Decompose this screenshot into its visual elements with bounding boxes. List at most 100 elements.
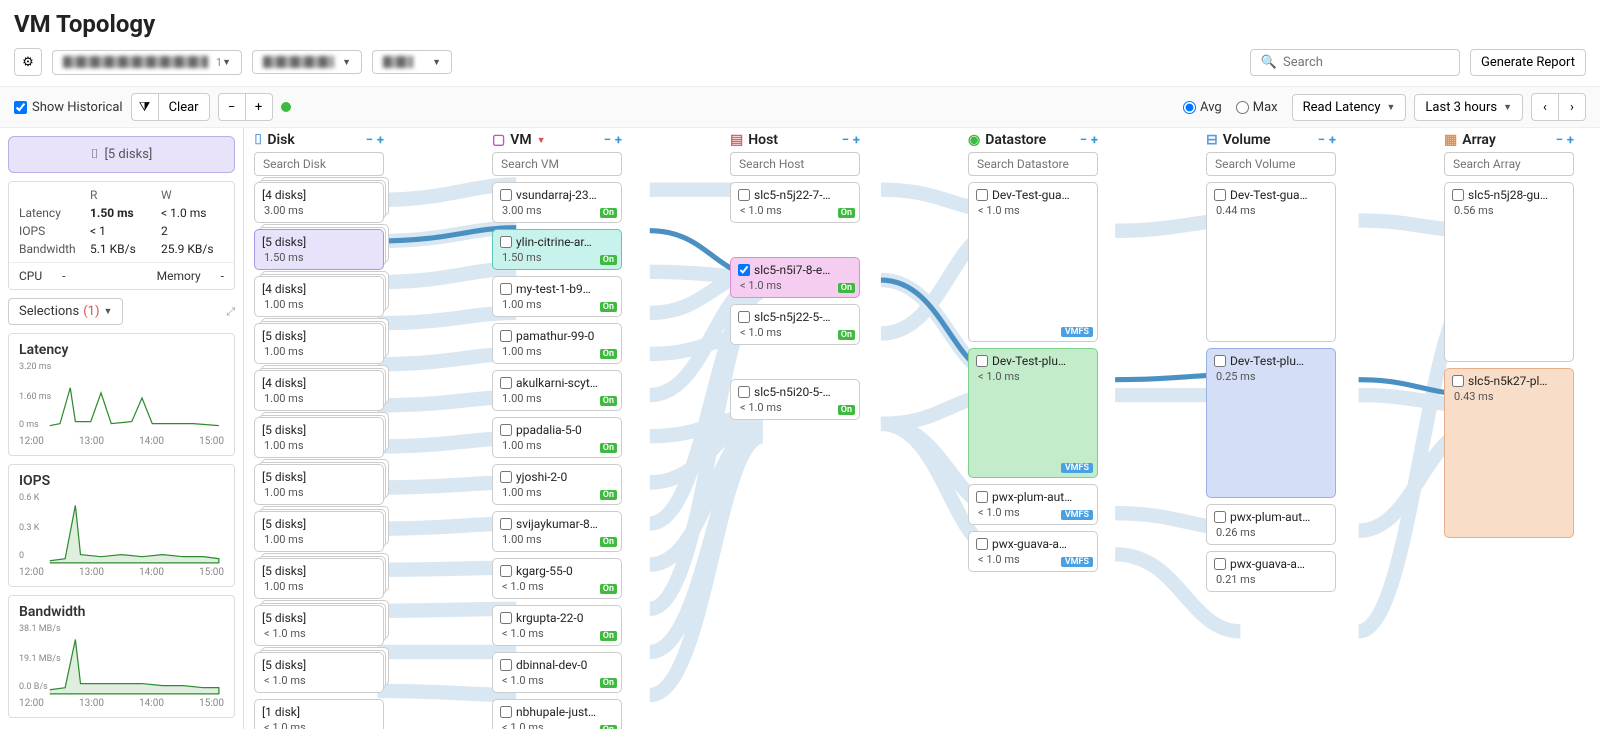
array-node-checkbox[interactable]	[1452, 375, 1464, 387]
expand-icon[interactable]: +	[1329, 133, 1336, 148]
host-node[interactable]: slc5-n5j22-5-…< 1.0 msOn	[730, 304, 860, 345]
host-node-checkbox[interactable]	[738, 311, 750, 323]
collapse-icon[interactable]: −	[604, 133, 611, 148]
volume-node[interactable]: pwx-guava-a…0.21 ms	[1206, 551, 1336, 592]
volume-node-checkbox[interactable]	[1214, 511, 1226, 523]
vm-node[interactable]: yjoshi-2-01.00 msOn	[492, 464, 622, 505]
host-search-input[interactable]	[730, 152, 860, 176]
show-historical-checkbox[interactable]	[14, 101, 27, 114]
vm-node[interactable]: svijaykumar-8…1.00 msOn	[492, 511, 622, 552]
vm-node[interactable]: krgupta-22-0< 1.0 msOn	[492, 605, 622, 646]
expand-icon[interactable]: ⤢	[226, 305, 235, 319]
expand-icon[interactable]: +	[1567, 133, 1574, 148]
volume-node[interactable]: pwx-plum-aut…0.26 ms	[1206, 504, 1336, 545]
host-node[interactable]: slc5-n5i20-5-…< 1.0 msOn	[730, 379, 860, 420]
vm-node-checkbox[interactable]	[500, 283, 512, 295]
iops-chart[interactable]: 0.6 K 0.3 K 0	[19, 493, 224, 565]
array-search-input[interactable]	[1444, 152, 1574, 176]
vm-node[interactable]: dbinnal-dev-0< 1.0 msOn	[492, 652, 622, 693]
volume-node-checkbox[interactable]	[1214, 558, 1226, 570]
zoom-out-button[interactable]: −	[218, 93, 246, 121]
collapse-icon[interactable]: −	[1556, 133, 1563, 148]
volume-node[interactable]: Dev-Test-plu…0.25 ms	[1206, 348, 1336, 498]
disk-node[interactable]: [5 disks]1.00 ms	[254, 464, 384, 505]
latency-chart[interactable]: 3.20 ms 1.60 ms 0 ms	[19, 362, 224, 434]
array-node[interactable]: slc5-n5j28-gu…0.56 ms	[1444, 182, 1574, 362]
vm-node-checkbox[interactable]	[500, 518, 512, 530]
vm-node-checkbox[interactable]	[500, 612, 512, 624]
disk-node[interactable]: [1 disk]< 1.0 ms	[254, 699, 384, 729]
disk-node[interactable]: [5 disks]1.00 ms	[254, 511, 384, 552]
host-node-checkbox[interactable]	[738, 264, 750, 276]
vm-node-checkbox[interactable]	[500, 471, 512, 483]
metric-dropdown[interactable]: Read Latency ▼	[1292, 94, 1407, 121]
vm-node[interactable]: vsundarraj-23…3.00 msOn	[492, 182, 622, 223]
collapse-icon[interactable]: −	[1318, 133, 1325, 148]
zoom-in-button[interactable]: +	[245, 93, 273, 121]
volume-search-input[interactable]	[1206, 152, 1336, 176]
collapse-icon[interactable]: −	[366, 133, 373, 148]
collapse-icon[interactable]: −	[1080, 133, 1087, 148]
expand-icon[interactable]: +	[853, 133, 860, 148]
vm-node-checkbox[interactable]	[500, 706, 512, 718]
vm-node-checkbox[interactable]	[500, 424, 512, 436]
avg-radio[interactable]	[1183, 101, 1196, 114]
host-node[interactable]: slc5-n5i7-8-e…< 1.0 msOn	[730, 257, 860, 298]
volume-node-checkbox[interactable]	[1214, 355, 1226, 367]
scope-dropdown-1[interactable]: 1 ▼	[52, 50, 242, 75]
disk-node[interactable]: [5 disks]1.00 ms	[254, 323, 384, 364]
bandwidth-chart[interactable]: 38.1 MB/s 19.1 MB/s 0.0 B/s	[19, 624, 224, 696]
disk-node[interactable]: [5 disks]< 1.0 ms	[254, 652, 384, 693]
datastore-node-checkbox[interactable]	[976, 538, 988, 550]
vm-node-checkbox[interactable]	[500, 565, 512, 577]
generate-report-button[interactable]: Generate Report	[1470, 49, 1586, 76]
array-node-checkbox[interactable]	[1452, 189, 1464, 201]
disk-search-input[interactable]	[254, 152, 384, 176]
volume-node-checkbox[interactable]	[1214, 189, 1226, 201]
agg-avg[interactable]: Avg	[1183, 100, 1222, 115]
topology-canvas[interactable]: ⌷ Disk − + [4 disks]3.00 ms[5 disks]1.50…	[244, 128, 1600, 729]
selections-dropdown[interactable]: Selections (1) ▼	[8, 298, 123, 325]
global-search[interactable]: 🔍	[1250, 49, 1460, 76]
expand-icon[interactable]: +	[1091, 133, 1098, 148]
vm-node-checkbox[interactable]	[500, 659, 512, 671]
disk-node[interactable]: [4 disks]1.00 ms	[254, 276, 384, 317]
datastore-node[interactable]: pwx-guava-a…< 1.0 msVMFS	[968, 531, 1098, 572]
clear-button[interactable]: Clear	[158, 93, 210, 121]
timerange-dropdown[interactable]: Last 3 hours ▼	[1414, 94, 1523, 121]
vm-node[interactable]: nbhupale-just…< 1.0 msOn	[492, 699, 622, 729]
datastore-node-checkbox[interactable]	[976, 189, 988, 201]
disk-node[interactable]: [5 disks]1.00 ms	[254, 558, 384, 599]
scope-dropdown-2[interactable]: ▼	[252, 50, 362, 74]
disk-summary-card[interactable]: ⌷ [5 disks]	[8, 136, 235, 173]
expand-icon[interactable]: +	[377, 133, 384, 148]
filter-button[interactable]: ⧩	[131, 93, 159, 121]
scope-dropdown-3[interactable]: ▼	[372, 50, 452, 74]
datastore-node-checkbox[interactable]	[976, 491, 988, 503]
sort-desc-icon[interactable]: ▼	[537, 135, 546, 146]
vm-node[interactable]: ppadalia-5-01.00 msOn	[492, 417, 622, 458]
agg-max[interactable]: Max	[1236, 100, 1278, 115]
host-node-checkbox[interactable]	[738, 189, 750, 201]
settings-button[interactable]: ⚙	[14, 48, 42, 76]
max-radio[interactable]	[1236, 101, 1249, 114]
next-button[interactable]: ›	[1558, 93, 1586, 121]
vm-node-checkbox[interactable]	[500, 330, 512, 342]
datastore-node-checkbox[interactable]	[976, 355, 988, 367]
vm-search-input[interactable]	[492, 152, 622, 176]
vm-node-checkbox[interactable]	[500, 236, 512, 248]
collapse-icon[interactable]: −	[842, 133, 849, 148]
vm-node[interactable]: my-test-1-b9…1.00 msOn	[492, 276, 622, 317]
vm-node[interactable]: kgarg-55-0< 1.0 msOn	[492, 558, 622, 599]
datastore-node[interactable]: Dev-Test-gua…< 1.0 msVMFS	[968, 182, 1098, 342]
vm-node[interactable]: ylin-citrine-ar…1.50 msOn	[492, 229, 622, 270]
datastore-search-input[interactable]	[968, 152, 1098, 176]
vm-node[interactable]: pamathur-99-01.00 msOn	[492, 323, 622, 364]
search-input[interactable]	[1283, 55, 1449, 70]
vm-node-checkbox[interactable]	[500, 189, 512, 201]
host-node-checkbox[interactable]	[738, 386, 750, 398]
datastore-node[interactable]: pwx-plum-aut…< 1.0 msVMFS	[968, 484, 1098, 525]
disk-node[interactable]: [4 disks]3.00 ms	[254, 182, 384, 223]
show-historical-toggle[interactable]: Show Historical	[14, 100, 123, 115]
disk-node[interactable]: [5 disks]1.00 ms	[254, 417, 384, 458]
